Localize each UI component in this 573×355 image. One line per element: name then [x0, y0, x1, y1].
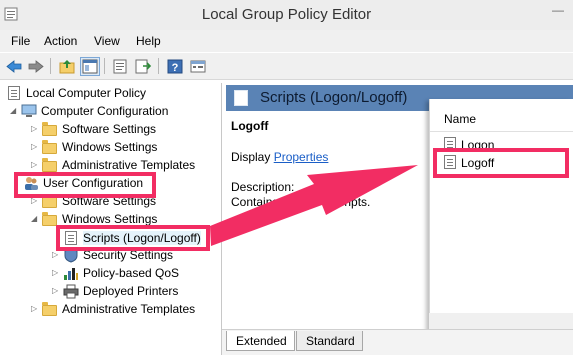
annotation-arrow [210, 165, 418, 246]
